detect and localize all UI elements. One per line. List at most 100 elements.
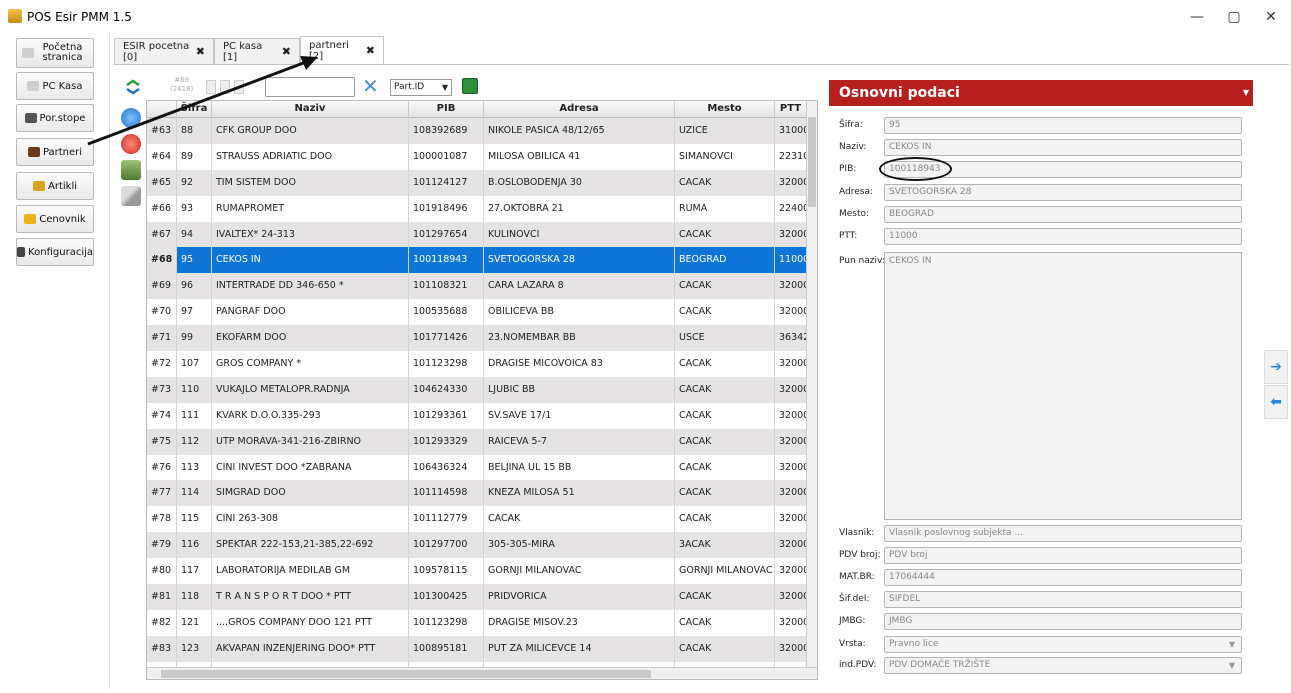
delete-icon[interactable] bbox=[121, 134, 141, 154]
minimize-button[interactable]: — bbox=[1177, 6, 1217, 28]
table-cell: 11000 bbox=[775, 247, 807, 274]
table-cell: 116 bbox=[177, 532, 212, 559]
table-row[interactable]: #65 92 TIM SISTEM DOO 101124127 B.OSLOBODENJ… bbox=[147, 169, 807, 196]
table-cell: 36342 bbox=[775, 325, 807, 352]
field-select[interactable]: Pravno lice ▼ bbox=[884, 636, 1242, 653]
tab-esir-pocetna[interactable]: ESIR pocetna [0] ✖ bbox=[114, 38, 214, 64]
table-row[interactable]: #79 116 SPEKTAR 222-153,21-385,22-692 10129… bbox=[147, 532, 807, 559]
table-row[interactable]: #67 94 IVALTEX* 24-313 101297654 KULINOVCI CA… bbox=[147, 221, 807, 248]
horizontal-scrollbar[interactable] bbox=[147, 667, 817, 679]
close-tab-icon[interactable]: ✖ bbox=[366, 44, 375, 57]
table-row[interactable]: #80 117 LABORATORIJA MEDILAB GM 109578115 GO… bbox=[147, 558, 807, 585]
column-header[interactable]: Adresa bbox=[484, 101, 675, 118]
table-cell: 100895181 bbox=[409, 635, 484, 662]
add-icon[interactable] bbox=[121, 108, 141, 128]
table-cell: 22400 bbox=[775, 195, 807, 222]
table-row[interactable]: #77 114 SIMGRAD DOO 101114598 KNEZA MILOSA 5… bbox=[147, 480, 807, 507]
field-input[interactable]: 95 bbox=[884, 117, 1242, 134]
next-record-icon[interactable] bbox=[234, 80, 244, 94]
home-icon bbox=[21, 48, 34, 58]
table-row[interactable]: #71 99 EKOFARM DOO 101771426 23.NOMEMBAR BB U… bbox=[147, 325, 807, 352]
table-row[interactable]: #82 121 ....GROS COMPANY DOO 121 PTT 101123… bbox=[147, 609, 807, 636]
table-row[interactable]: #78 115 CINI 263-308 101112779 CACAK CACAK 320… bbox=[147, 506, 807, 533]
table-cell: 92 bbox=[177, 169, 212, 196]
close-tab-icon[interactable]: ✖ bbox=[282, 45, 291, 58]
scroll-thumb[interactable] bbox=[808, 117, 816, 207]
close-window-button[interactable]: ✕ bbox=[1251, 6, 1291, 28]
broom-icon[interactable] bbox=[121, 186, 141, 206]
excel-export-icon[interactable] bbox=[462, 78, 478, 94]
field-input[interactable]: SVETOGORSKA 28 bbox=[884, 184, 1242, 201]
nav-partneri[interactable]: Partneri bbox=[16, 138, 94, 166]
nav-label: PC Kasa bbox=[42, 80, 83, 92]
vertical-scrollbar[interactable] bbox=[806, 101, 817, 667]
clear-search-icon[interactable]: ✕ bbox=[362, 74, 379, 98]
tab-pc-kasa[interactable]: PC kasa [1] ✖ bbox=[214, 38, 300, 64]
table-row[interactable]: #74 111 KVARK D.O.O.335-293 101293361 SV.SAV… bbox=[147, 402, 807, 429]
table-row[interactable]: #63 88 CFK GROUP DOO 108392689 NIKOLE PASICA… bbox=[147, 118, 807, 144]
table-row[interactable]: #66 93 RUMAPROMET 101918496 27.OKTOBRA 21 RUM… bbox=[147, 195, 807, 222]
nav-pocetna-stranica[interactable]: Početna stranica bbox=[16, 38, 94, 68]
nav-cenovnik[interactable]: Cenovnik bbox=[16, 205, 94, 233]
panel-header[interactable]: Osnovni podaci ▼ bbox=[829, 80, 1253, 106]
nav-pc-kasa[interactable]: PC Kasa bbox=[16, 72, 94, 100]
table-cell: SIMANOVCI bbox=[675, 143, 775, 170]
arrow-right-icon[interactable]: ➔ bbox=[1264, 350, 1288, 384]
field-label: PIB: bbox=[839, 164, 857, 174]
field-input[interactable]: 11000 bbox=[884, 228, 1242, 245]
monitor-icon bbox=[27, 81, 40, 91]
row-number: #76 bbox=[147, 454, 177, 481]
record-total: (2418) bbox=[170, 85, 194, 93]
field-input[interactable]: BEOGRAD bbox=[884, 206, 1242, 223]
edit-icon[interactable] bbox=[121, 160, 141, 180]
table-cell: BELJINA UL 15 BB bbox=[484, 454, 675, 481]
table-row[interactable]: #76 113 CINI INVEST DOO *ZABRANA 106436324 B… bbox=[147, 454, 807, 481]
column-header[interactable]: Šifra bbox=[177, 101, 212, 118]
field-select[interactable]: PDV DOMAĆE TRŽIŠTE ▼ bbox=[884, 657, 1242, 674]
close-tab-icon[interactable]: ✖ bbox=[196, 45, 205, 58]
first-record-icon[interactable] bbox=[206, 80, 216, 94]
column-header[interactable] bbox=[147, 101, 177, 118]
table-row[interactable]: #83 123 AKVAPAN INZENJERING DOO* PTT 100895… bbox=[147, 635, 807, 662]
field-value: Pravno lice bbox=[889, 639, 939, 649]
table-row[interactable]: #73 110 VUKAJLO METALOPR.RADNJA 104624330 LJ… bbox=[147, 376, 807, 403]
restore-button[interactable]: ▢ bbox=[1214, 6, 1254, 28]
prev-record-icon[interactable] bbox=[220, 80, 230, 94]
table-row[interactable]: #81 118 T R A N S P O R T DOO * PTT 1013004… bbox=[147, 584, 807, 610]
column-header[interactable]: Naziv bbox=[212, 101, 409, 118]
filter-field-select[interactable]: Part.ID ▼ bbox=[390, 79, 452, 96]
table-cell: AKVAPAN INZENJERING DOO* PTT bbox=[212, 635, 409, 662]
arrow-left-icon[interactable]: ⬅ bbox=[1264, 385, 1288, 419]
table-cell: 32000 bbox=[775, 428, 807, 455]
table-cell: MILOSA OBILICA 41 bbox=[484, 143, 675, 170]
field-label: ind.PDV: bbox=[839, 660, 877, 670]
scroll-thumb[interactable] bbox=[161, 670, 651, 678]
field-input[interactable]: Vlasnik poslovnog subjekta ... bbox=[884, 525, 1242, 542]
field-input[interactable]: JMBG bbox=[884, 613, 1242, 630]
field-input[interactable]: SIFDEL bbox=[884, 591, 1242, 608]
column-header[interactable]: PTT bbox=[775, 101, 807, 118]
search-input[interactable] bbox=[265, 77, 355, 97]
table-row[interactable]: #64 89 STRAUSS ADRIATIC DOO 100001087 MILOSA… bbox=[147, 143, 807, 170]
nav-artikli[interactable]: Artikli bbox=[16, 172, 94, 200]
table-cell: 118 bbox=[177, 584, 212, 610]
table-row[interactable]: #72 107 GROS COMPANY * 101123298 DRAGISE MIC… bbox=[147, 351, 807, 377]
pun-naziv-textarea[interactable]: CEKOS IN bbox=[884, 252, 1242, 520]
nav-por-stope[interactable]: Por.stope bbox=[16, 104, 94, 132]
table-row[interactable]: #69 96 INTERTRADE DD 346-650 * 101108321 CAR… bbox=[147, 273, 807, 300]
table-row[interactable]: #68 95 CEKOS IN 100118943 SVETOGORSKA 28 BEOG… bbox=[147, 247, 807, 274]
field-input[interactable]: CEKOS IN bbox=[884, 139, 1242, 156]
table-cell: 32000 bbox=[775, 558, 807, 585]
tab-partneri[interactable]: partneri [2] ✖ bbox=[300, 36, 384, 64]
table-row[interactable]: #75 112 UTP MORAVA-341-216-ZBIRNO 101293329… bbox=[147, 428, 807, 455]
table-row[interactable]: #70 97 PANGRAF DOO 100535688 OBILICEVA BB CAC… bbox=[147, 299, 807, 326]
column-header[interactable]: PIB bbox=[409, 101, 484, 118]
nav-konfiguracija[interactable]: Konfiguracija bbox=[16, 238, 94, 266]
table-cell: GORNJI MILANOVAC bbox=[675, 558, 775, 585]
field-input[interactable]: 17064444 bbox=[884, 569, 1242, 586]
row-number: #67 bbox=[147, 221, 177, 248]
field-input[interactable]: PDV broj bbox=[884, 547, 1242, 564]
table-cell: CACAK bbox=[675, 221, 775, 248]
refresh-icon[interactable] bbox=[124, 78, 142, 96]
column-header[interactable]: Mesto bbox=[675, 101, 775, 118]
